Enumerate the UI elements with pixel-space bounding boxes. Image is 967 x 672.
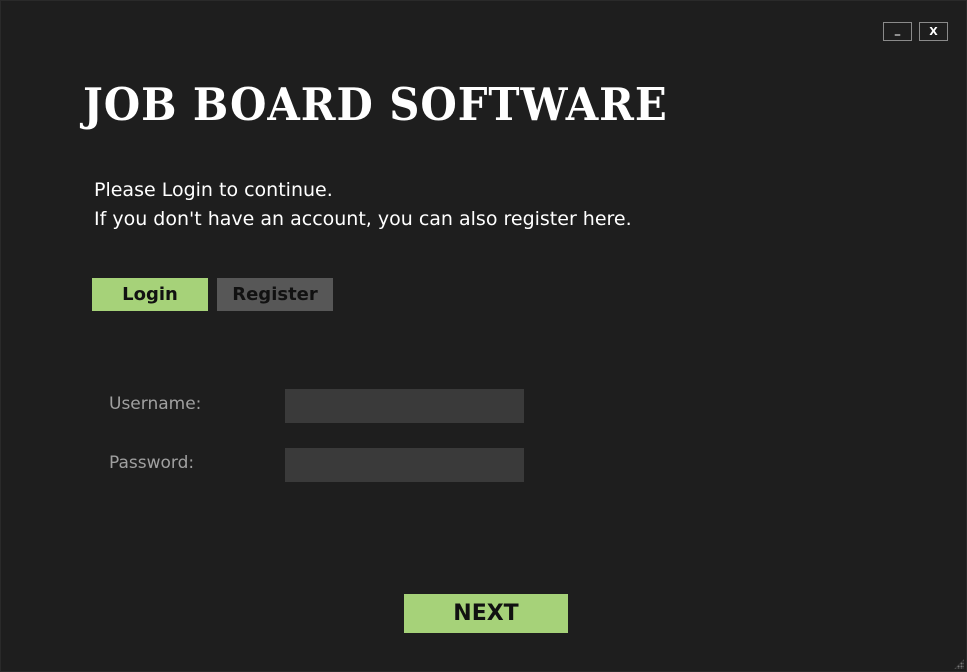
intro-line-register: If you don't have an account, you can al… [94, 208, 632, 230]
username-input[interactable] [285, 389, 524, 423]
password-input[interactable] [285, 448, 524, 482]
tab-login[interactable]: Login [92, 278, 208, 311]
username-label: Username: [109, 394, 202, 414]
intro-line-login: Please Login to continue. [94, 179, 333, 201]
tab-register[interactable]: Register [217, 278, 333, 311]
app-title: JOB BOARD SOFTWARE [83, 78, 668, 131]
minimize-button[interactable]: _ [883, 22, 912, 41]
resize-grip-icon[interactable] [954, 659, 964, 669]
close-button[interactable]: X [919, 22, 948, 41]
password-label: Password: [109, 453, 195, 473]
close-icon: X [929, 25, 938, 38]
next-button[interactable]: NEXT [404, 594, 568, 633]
minimize-icon: _ [894, 23, 901, 36]
login-window: _ X JOB BOARD SOFTWARE Please Login to c… [0, 0, 967, 672]
intro-text: Please Login to continue. If you don't h… [94, 176, 632, 234]
